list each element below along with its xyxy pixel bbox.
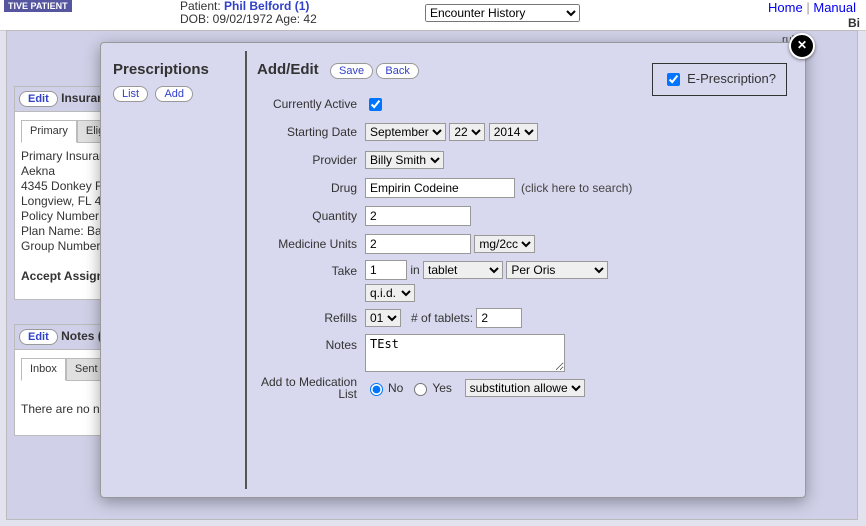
patient-dob: DOB: 09/02/1972 Age: 42: [180, 12, 317, 26]
patient-block: Patient: Phil Belford (1) DOB: 09/02/197…: [180, 0, 317, 26]
back-button[interactable]: Back: [376, 63, 418, 79]
drug-input[interactable]: [365, 178, 515, 198]
bi-cutoff: Bi: [848, 16, 860, 30]
start-month-select[interactable]: September: [365, 123, 446, 141]
prescriptions-sidebar: Prescriptions List Add: [109, 51, 247, 489]
label-take-in: in: [410, 263, 419, 277]
save-button[interactable]: Save: [330, 63, 373, 79]
num-tablets-input[interactable]: [476, 308, 522, 328]
prescription-form: Add/Edit Save Back E-Prescription? Curre…: [247, 51, 797, 489]
insurance-line-bold: Accept Assign: [21, 269, 104, 283]
encounter-select[interactable]: Encounter History: [425, 4, 580, 22]
medlist-no-radio[interactable]: [370, 383, 383, 396]
label-units: Medicine Units: [257, 237, 365, 251]
refills-select[interactable]: 01: [365, 309, 401, 327]
take-route-select[interactable]: Per Oris: [506, 261, 608, 279]
units-unit-select[interactable]: mg/2cc: [474, 235, 535, 253]
insurance-edit-button[interactable]: Edit: [19, 91, 58, 107]
take-form-select[interactable]: tablet: [423, 261, 503, 279]
label-add-list: Add to Medication List: [257, 376, 365, 400]
drug-search-hint[interactable]: (click here to search): [521, 181, 632, 195]
label-refills: Refills: [257, 311, 365, 325]
start-day-select[interactable]: 22: [449, 123, 485, 141]
active-patient-badge: TIVE PATIENT: [4, 0, 72, 12]
insurance-tab-primary[interactable]: Primary: [21, 120, 77, 143]
currently-active-checkbox[interactable]: [369, 98, 382, 111]
provider-select[interactable]: Billy Smith: [365, 151, 444, 169]
top-header: TIVE PATIENT Patient: Phil Belford (1) D…: [0, 0, 866, 31]
take-count-input[interactable]: [365, 260, 407, 280]
medlist-no-label: No: [388, 381, 403, 395]
encounter-select-wrap: Encounter History: [425, 4, 580, 22]
label-quantity: Quantity: [257, 209, 365, 223]
home-link[interactable]: Home: [768, 0, 803, 15]
notes-edit-button[interactable]: Edit: [19, 329, 58, 345]
list-button[interactable]: List: [113, 86, 148, 102]
label-start: Starting Date: [257, 125, 365, 139]
eprescription-label: E-Prescription?: [687, 71, 776, 86]
start-year-select[interactable]: 2014: [489, 123, 538, 141]
manual-link[interactable]: Manual: [813, 0, 856, 15]
prescriptions-title: Prescriptions: [113, 61, 241, 78]
label-num-tablets: # of tablets:: [411, 311, 473, 325]
units-input[interactable]: [365, 234, 471, 254]
add-button[interactable]: Add: [155, 86, 193, 102]
label-take: Take: [257, 260, 365, 278]
notes-tab-inbox[interactable]: Inbox: [21, 358, 66, 381]
prescription-modal: ✕ Prescriptions List Add Add/Edit Save B…: [100, 42, 806, 498]
substitution-select[interactable]: substitution allowed: [465, 379, 585, 397]
notes-textarea[interactable]: TEst: [365, 334, 565, 372]
medlist-yes-radio[interactable]: [414, 383, 427, 396]
medlist-yes-label: Yes: [432, 381, 452, 395]
label-active: Currently Active: [257, 97, 365, 111]
form-title: Add/Edit: [257, 61, 319, 78]
label-provider: Provider: [257, 153, 365, 167]
eprescription-box: E-Prescription?: [652, 63, 788, 96]
label-notes: Notes: [257, 334, 365, 352]
label-drug: Drug: [257, 181, 365, 195]
top-links: Home | Manual: [768, 0, 856, 15]
quantity-input[interactable]: [365, 206, 471, 226]
eprescription-checkbox[interactable]: [667, 73, 680, 86]
take-frequency-select[interactable]: q.i.d.: [365, 284, 415, 302]
